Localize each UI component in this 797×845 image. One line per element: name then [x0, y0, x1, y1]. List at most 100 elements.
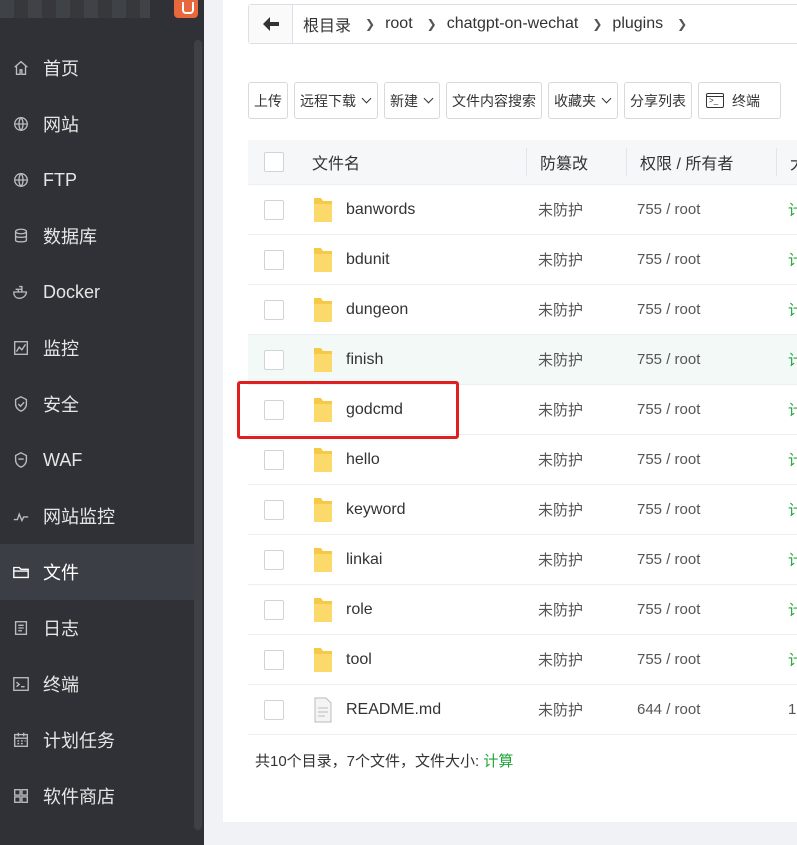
sidebar-item-9[interactable]: 文件 — [0, 544, 194, 600]
size-cell[interactable]: 计 — [788, 199, 797, 220]
file-name[interactable]: README.md — [346, 701, 441, 719]
permission-owner[interactable]: 755 / root — [637, 201, 700, 218]
permission-owner[interactable]: 755 / root — [637, 551, 700, 568]
column-divider[interactable] — [626, 148, 627, 176]
file-name-cell[interactable]: bdunit — [312, 246, 390, 274]
sidebar-item-8[interactable]: 网站监控 — [0, 488, 194, 544]
file-name[interactable]: hello — [346, 451, 380, 469]
sidebar-item-11[interactable]: 终端 — [0, 656, 194, 712]
row-checkbox[interactable] — [264, 199, 284, 220]
file-name-cell[interactable]: tool — [312, 646, 372, 674]
table-row[interactable]: linkai 未防护 755 / root 计 — [248, 535, 797, 585]
file-name[interactable]: godcmd — [346, 401, 403, 419]
tamper-status[interactable]: 未防护 — [538, 599, 583, 620]
table-row[interactable]: banwords 未防护 755 / root 计 — [248, 185, 797, 235]
permission-owner[interactable]: 755 / root — [637, 651, 700, 668]
sidebar-item-12[interactable]: 计划任务 — [0, 712, 194, 768]
notification-badge-icon[interactable] — [174, 0, 198, 18]
file-name-cell[interactable]: linkai — [312, 546, 382, 574]
row-checkbox[interactable] — [264, 449, 284, 470]
tamper-status[interactable]: 未防护 — [538, 299, 583, 320]
sidebar-item-6[interactable]: 安全 — [0, 376, 194, 432]
file-name[interactable]: role — [346, 601, 373, 619]
table-row[interactable]: godcmd 未防护 755 / root 计 — [248, 385, 797, 435]
sidebar-item-13[interactable]: 软件商店 — [0, 768, 194, 824]
file-name-cell[interactable]: README.md — [312, 696, 441, 724]
sidebar-scrollbar[interactable] — [194, 40, 202, 830]
row-checkbox[interactable] — [264, 549, 284, 570]
permission-owner[interactable]: 755 / root — [637, 401, 700, 418]
remote-download-button[interactable]: 远程下载 — [294, 82, 378, 119]
header-filename[interactable]: 文件名 — [312, 150, 360, 174]
tamper-status[interactable]: 未防护 — [538, 649, 583, 670]
permission-owner[interactable]: 755 / root — [637, 301, 700, 318]
file-name-cell[interactable]: keyword — [312, 496, 406, 524]
tamper-status[interactable]: 未防护 — [538, 549, 583, 570]
tamper-status[interactable]: 未防护 — [538, 349, 583, 370]
size-cell[interactable]: 1. — [788, 701, 797, 718]
sidebar-item-2[interactable]: FTP — [0, 152, 194, 208]
tamper-status[interactable]: 未防护 — [538, 399, 583, 420]
permission-owner[interactable]: 755 / root — [637, 601, 700, 618]
back-button[interactable] — [249, 5, 293, 43]
permission-owner[interactable]: 755 / root — [637, 501, 700, 518]
row-checkbox[interactable] — [264, 349, 284, 370]
size-cell[interactable]: 计 — [788, 549, 797, 570]
file-name[interactable]: linkai — [346, 551, 382, 569]
row-checkbox[interactable] — [264, 249, 284, 270]
new-button[interactable]: 新建 — [384, 82, 440, 119]
file-name-cell[interactable]: dungeon — [312, 296, 408, 324]
row-checkbox[interactable] — [264, 299, 284, 320]
table-row[interactable]: README.md 未防护 644 / root 1. — [248, 685, 797, 735]
size-cell[interactable]: 计 — [788, 399, 797, 420]
file-name-cell[interactable]: godcmd — [312, 396, 403, 424]
file-name[interactable]: finish — [346, 351, 383, 369]
size-cell[interactable]: 计 — [788, 249, 797, 270]
sidebar-item-5[interactable]: 监控 — [0, 320, 194, 376]
file-name-cell[interactable]: finish — [312, 346, 383, 374]
upload-button[interactable]: 上传 — [248, 82, 288, 119]
table-row[interactable]: keyword 未防护 755 / root 计 — [248, 485, 797, 535]
table-row[interactable]: tool 未防护 755 / root 计 — [248, 635, 797, 685]
tamper-status[interactable]: 未防护 — [538, 199, 583, 220]
table-row[interactable]: finish 未防护 755 / root 计 — [248, 335, 797, 385]
sidebar-item-7[interactable]: WAF — [0, 432, 194, 488]
header-size[interactable]: 大 — [790, 150, 797, 174]
file-name[interactable]: tool — [346, 651, 372, 669]
permission-owner[interactable]: 644 / root — [637, 701, 700, 718]
size-cell[interactable]: 计 — [788, 599, 797, 620]
favorites-button[interactable]: 收藏夹 — [548, 82, 618, 119]
sidebar-item-0[interactable]: 首页 — [0, 40, 194, 96]
file-name[interactable]: bdunit — [346, 251, 390, 269]
content-search-button[interactable]: 文件内容搜索 — [446, 82, 542, 119]
sidebar-item-3[interactable]: 数据库 — [0, 208, 194, 264]
permission-owner[interactable]: 755 / root — [637, 451, 700, 468]
tamper-status[interactable]: 未防护 — [538, 449, 583, 470]
size-cell[interactable]: 计 — [788, 649, 797, 670]
permission-owner[interactable]: 755 / root — [637, 351, 700, 368]
table-row[interactable]: hello 未防护 755 / root 计 — [248, 435, 797, 485]
row-checkbox[interactable] — [264, 599, 284, 620]
file-name-cell[interactable]: banwords — [312, 196, 415, 224]
tamper-status[interactable]: 未防护 — [538, 249, 583, 270]
breadcrumb-item[interactable]: 根目录 ❯ — [293, 12, 375, 36]
breadcrumb-item[interactable]: plugins ❯ — [602, 15, 687, 33]
sidebar-item-10[interactable]: 日志 — [0, 600, 194, 656]
file-name[interactable]: banwords — [346, 201, 415, 219]
file-name[interactable]: keyword — [346, 501, 406, 519]
breadcrumb-item[interactable]: root ❯ — [375, 15, 437, 33]
file-name-cell[interactable]: role — [312, 596, 373, 624]
file-name[interactable]: dungeon — [346, 301, 408, 319]
permission-owner[interactable]: 755 / root — [637, 251, 700, 268]
table-row[interactable]: role 未防护 755 / root 计 — [248, 585, 797, 635]
select-all-checkbox[interactable] — [264, 152, 284, 172]
row-checkbox[interactable] — [264, 699, 284, 720]
tamper-status[interactable]: 未防护 — [538, 699, 583, 720]
column-divider[interactable] — [776, 148, 777, 176]
tamper-status[interactable]: 未防护 — [538, 499, 583, 520]
table-row[interactable]: dungeon 未防护 755 / root 计 — [248, 285, 797, 335]
sidebar-item-1[interactable]: 网站 — [0, 96, 194, 152]
row-checkbox[interactable] — [264, 499, 284, 520]
calculate-size-link[interactable]: 计算 — [483, 753, 513, 770]
table-row[interactable]: bdunit 未防护 755 / root 计 — [248, 235, 797, 285]
